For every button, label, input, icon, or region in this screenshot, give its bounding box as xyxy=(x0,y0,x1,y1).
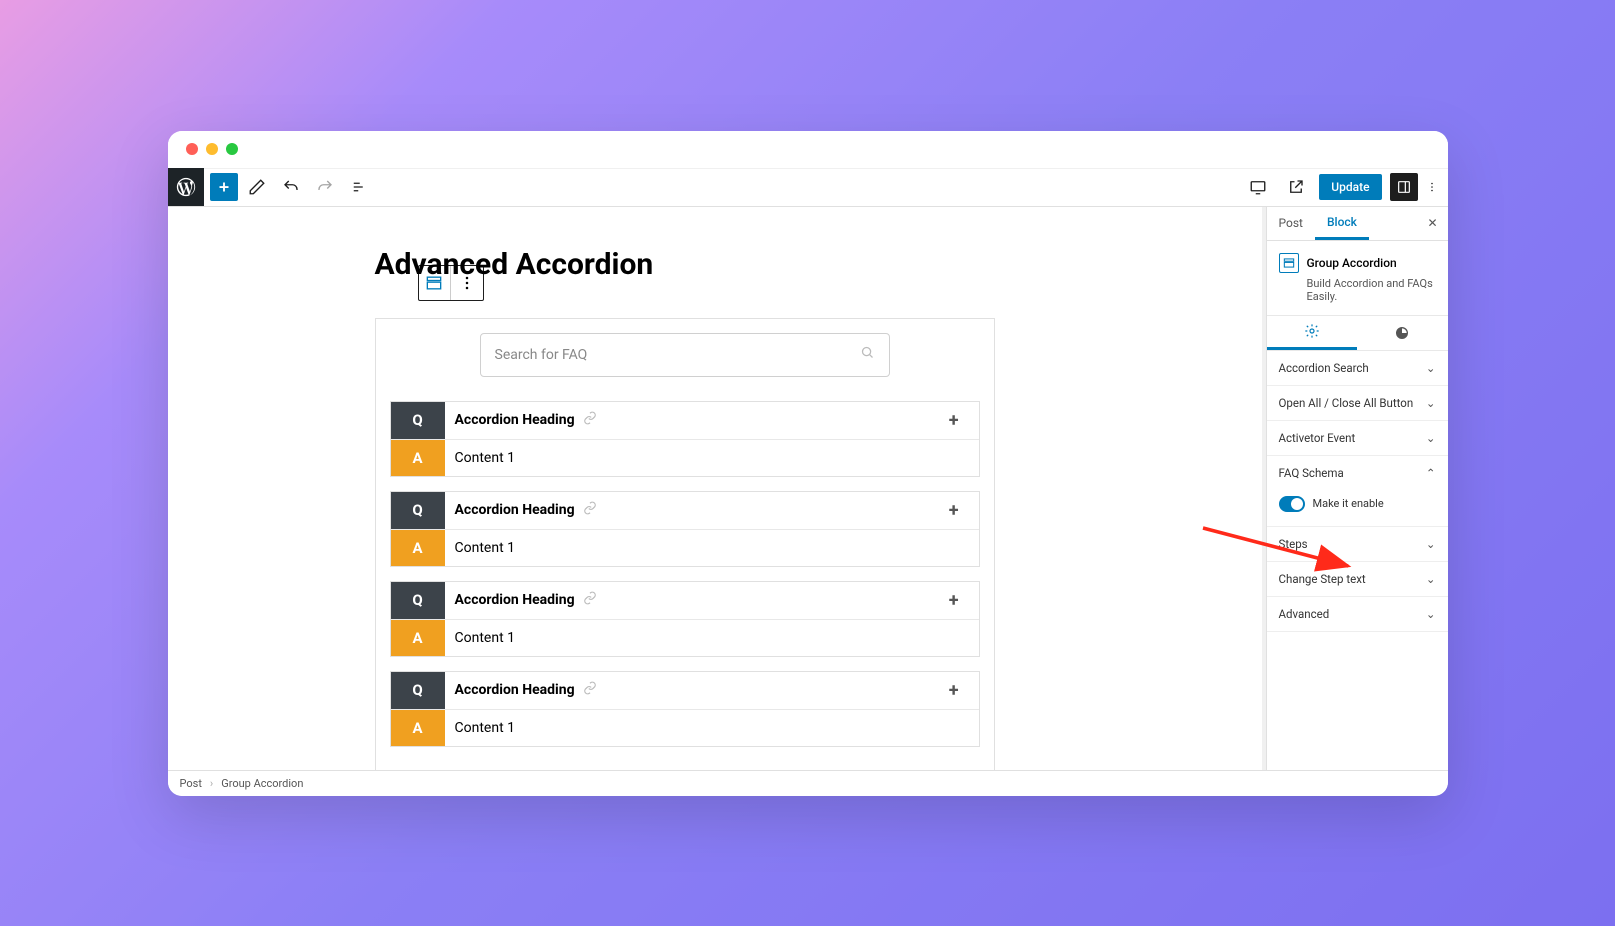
expand-icon[interactable]: + xyxy=(949,500,969,521)
faq-search-placeholder: Search for FAQ xyxy=(495,347,588,363)
subtab-settings[interactable] xyxy=(1267,316,1358,350)
tab-post[interactable]: Post xyxy=(1267,207,1315,240)
panel-faq-schema[interactable]: FAQ Schema ⌃ xyxy=(1267,456,1448,490)
panel-open-close-all[interactable]: Open All / Close All Button ⌄ xyxy=(1267,386,1448,421)
chevron-up-icon: ⌃ xyxy=(1426,466,1436,480)
update-button[interactable]: Update xyxy=(1319,174,1381,200)
chevron-down-icon: ⌄ xyxy=(1426,537,1436,551)
list-view-button[interactable] xyxy=(344,172,374,202)
block-description: Build Accordion and FAQs Easily. xyxy=(1307,277,1436,303)
accordion-item[interactable]: Q Accordion Heading + A Content 1 xyxy=(390,401,980,477)
breadcrumb-current[interactable]: Group Accordion xyxy=(221,777,303,790)
panel-advanced[interactable]: Advanced ⌄ xyxy=(1267,597,1448,632)
tab-block[interactable]: Block xyxy=(1315,207,1369,240)
accordion-content[interactable]: Content 1 xyxy=(445,620,979,656)
answer-badge: A xyxy=(391,620,445,656)
chevron-down-icon: ⌄ xyxy=(1426,396,1436,410)
preview-button[interactable] xyxy=(1281,172,1311,202)
block-info-panel: Group Accordion Build Accordion and FAQs… xyxy=(1267,241,1448,316)
page-title[interactable]: Advanced Accordion xyxy=(375,247,995,282)
mac-maximize-button[interactable] xyxy=(226,143,238,155)
accordion-item[interactable]: Q Accordion Heading + A Content 1 xyxy=(390,671,980,747)
settings-sidebar: Post Block ✕ Group Accordion Build Accor… xyxy=(1266,207,1448,770)
block-name-label: Group Accordion xyxy=(1307,256,1397,270)
accordion-item[interactable]: Q Accordion Heading + A Content 1 xyxy=(390,491,980,567)
breadcrumb-separator: › xyxy=(210,777,213,790)
edit-button[interactable] xyxy=(242,172,272,202)
panel-steps[interactable]: Steps ⌄ xyxy=(1267,527,1448,562)
panel-change-step-text[interactable]: Change Step text ⌄ xyxy=(1267,562,1448,597)
chevron-down-icon: ⌄ xyxy=(1426,431,1436,445)
settings-panel-toggle[interactable] xyxy=(1390,173,1418,201)
faq-schema-toggle[interactable] xyxy=(1279,496,1305,512)
accordion-content[interactable]: Content 1 xyxy=(445,530,979,566)
faq-search-input[interactable]: Search for FAQ xyxy=(480,333,890,377)
chevron-down-icon: ⌄ xyxy=(1426,607,1436,621)
panel-activator-event[interactable]: Activetor Event ⌄ xyxy=(1267,421,1448,456)
link-icon[interactable] xyxy=(583,591,597,609)
editor-topbar: Update xyxy=(168,169,1448,207)
accordion-item[interactable]: Q Accordion Heading + A Content 1 xyxy=(390,581,980,657)
editor-canvas[interactable]: Advanced Accordion Search for FAQ Q Acco… xyxy=(168,207,1266,770)
mac-close-button[interactable] xyxy=(186,143,198,155)
question-badge: Q xyxy=(391,402,445,439)
question-badge: Q xyxy=(391,582,445,619)
answer-badge: A xyxy=(391,710,445,746)
browser-window: Update A xyxy=(168,131,1448,796)
wordpress-editor: Update A xyxy=(168,169,1448,796)
redo-button[interactable] xyxy=(310,172,340,202)
expand-icon[interactable]: + xyxy=(949,680,969,701)
accordion-content[interactable]: Content 1 xyxy=(445,440,979,476)
accordion-block-container: Search for FAQ Q Accordion Heading + A xyxy=(375,318,995,770)
desktop-view-button[interactable] xyxy=(1243,172,1273,202)
add-block-button[interactable] xyxy=(210,173,238,201)
panel-accordion-search[interactable]: Accordion Search ⌄ xyxy=(1267,351,1448,386)
sidebar-close-button[interactable]: ✕ xyxy=(1417,207,1447,240)
mac-titlebar xyxy=(168,131,1448,169)
subtab-styles[interactable] xyxy=(1357,316,1448,350)
accordion-heading[interactable]: Accordion Heading + xyxy=(445,402,979,439)
mac-minimize-button[interactable] xyxy=(206,143,218,155)
accordion-heading[interactable]: Accordion Heading + xyxy=(445,492,979,529)
faq-schema-toggle-label: Make it enable xyxy=(1313,497,1384,510)
question-badge: Q xyxy=(391,672,445,709)
search-icon xyxy=(860,345,875,364)
block-icon xyxy=(1279,253,1299,273)
accordion-heading[interactable]: Accordion Heading + xyxy=(445,582,979,619)
link-icon[interactable] xyxy=(583,411,597,429)
faq-schema-toggle-row: Make it enable xyxy=(1267,490,1448,527)
link-icon[interactable] xyxy=(583,501,597,519)
link-icon[interactable] xyxy=(583,681,597,699)
chevron-down-icon: ⌄ xyxy=(1426,361,1436,375)
expand-icon[interactable]: + xyxy=(949,590,969,611)
chevron-down-icon: ⌄ xyxy=(1426,572,1436,586)
answer-badge: A xyxy=(391,440,445,476)
question-badge: Q xyxy=(391,492,445,529)
accordion-heading[interactable]: Accordion Heading + xyxy=(445,672,979,709)
undo-button[interactable] xyxy=(276,172,306,202)
accordion-content[interactable]: Content 1 xyxy=(445,710,979,746)
breadcrumb: Post › Group Accordion xyxy=(168,770,1448,796)
expand-icon[interactable]: + xyxy=(949,410,969,431)
breadcrumb-root[interactable]: Post xyxy=(180,777,202,790)
wordpress-logo[interactable] xyxy=(168,168,204,206)
more-options-button[interactable] xyxy=(1426,172,1438,202)
answer-badge: A xyxy=(391,530,445,566)
